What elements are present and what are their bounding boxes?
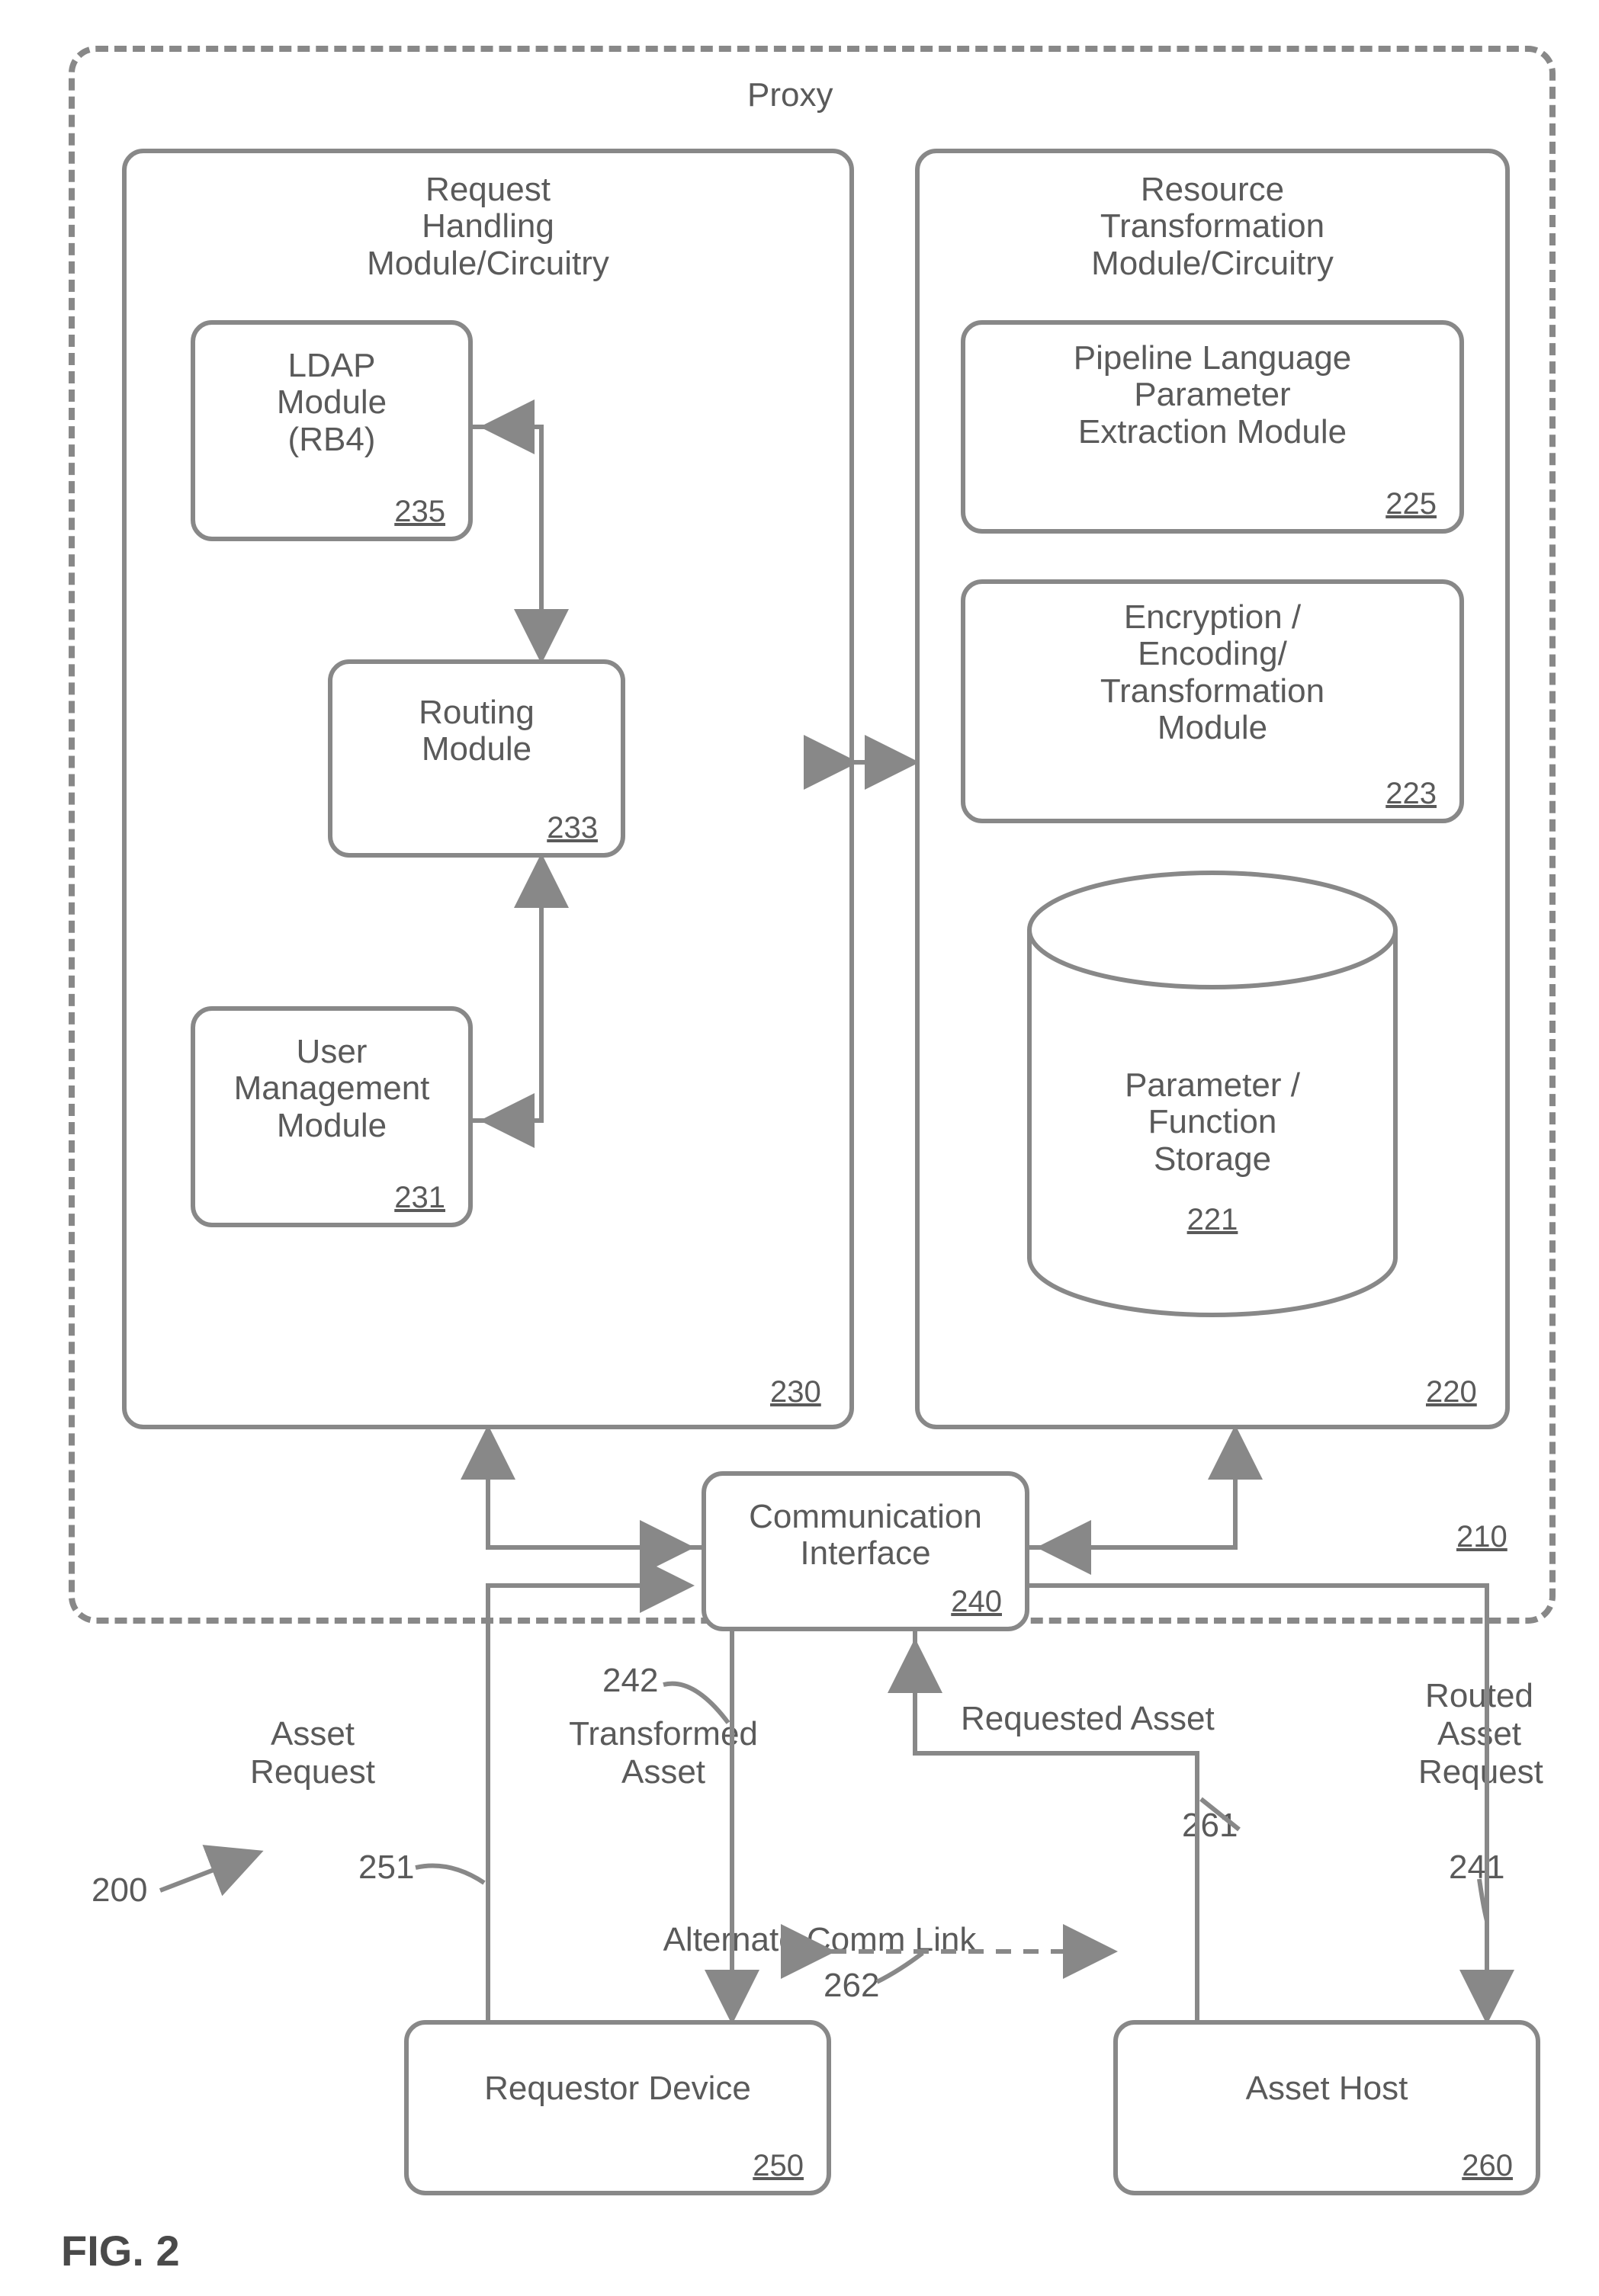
ref-261: 261 [1182,1807,1238,1845]
proxy-title: Proxy [747,76,833,114]
request-handling-title: Request Handling Module/Circuitry [336,172,641,282]
ref-200: 200 [92,1871,147,1910]
ldap-module: LDAP Module (RB4) 235 [191,320,473,541]
resource-transformation-ref: 220 [1426,1372,1477,1410]
alternate-comm-link-label: Alternate Comm Link [648,1921,991,1959]
requestor-device: Requestor Device 250 [404,2020,831,2195]
encryption-module: Encryption / Encoding/ Transformation Mo… [961,579,1464,823]
asset-host: Asset Host 260 [1113,2020,1540,2195]
storage-label: Parameter / Function Storage 221 [1029,1067,1395,1238]
asset-request-label: Asset Request [236,1715,389,1791]
routed-asset-request-label: Routed Asset Request [1418,1677,1540,1791]
resource-transformation-title: Resource Transformation Module/Circuitry [1052,172,1373,282]
request-handling-ref: 230 [770,1372,821,1410]
ref-262: 262 [824,1967,879,2005]
requested-asset-label: Requested Asset [961,1700,1266,1738]
proxy-ref: 210 [1456,1517,1507,1555]
pipeline-language-module: Pipeline Language Parameter Extraction M… [961,320,1464,534]
figure-caption: FIG. 2 [61,2226,180,2275]
user-management-module: User Management Module 231 [191,1006,473,1227]
ref-241: 241 [1449,1849,1504,1887]
ref-251: 251 [358,1849,414,1887]
communication-interface: Communication Interface 240 [702,1471,1029,1631]
ref-242: 242 [602,1662,658,1700]
routing-module: Routing Module 233 [328,659,625,858]
transformed-asset-label: Transformed Asset [549,1715,778,1791]
